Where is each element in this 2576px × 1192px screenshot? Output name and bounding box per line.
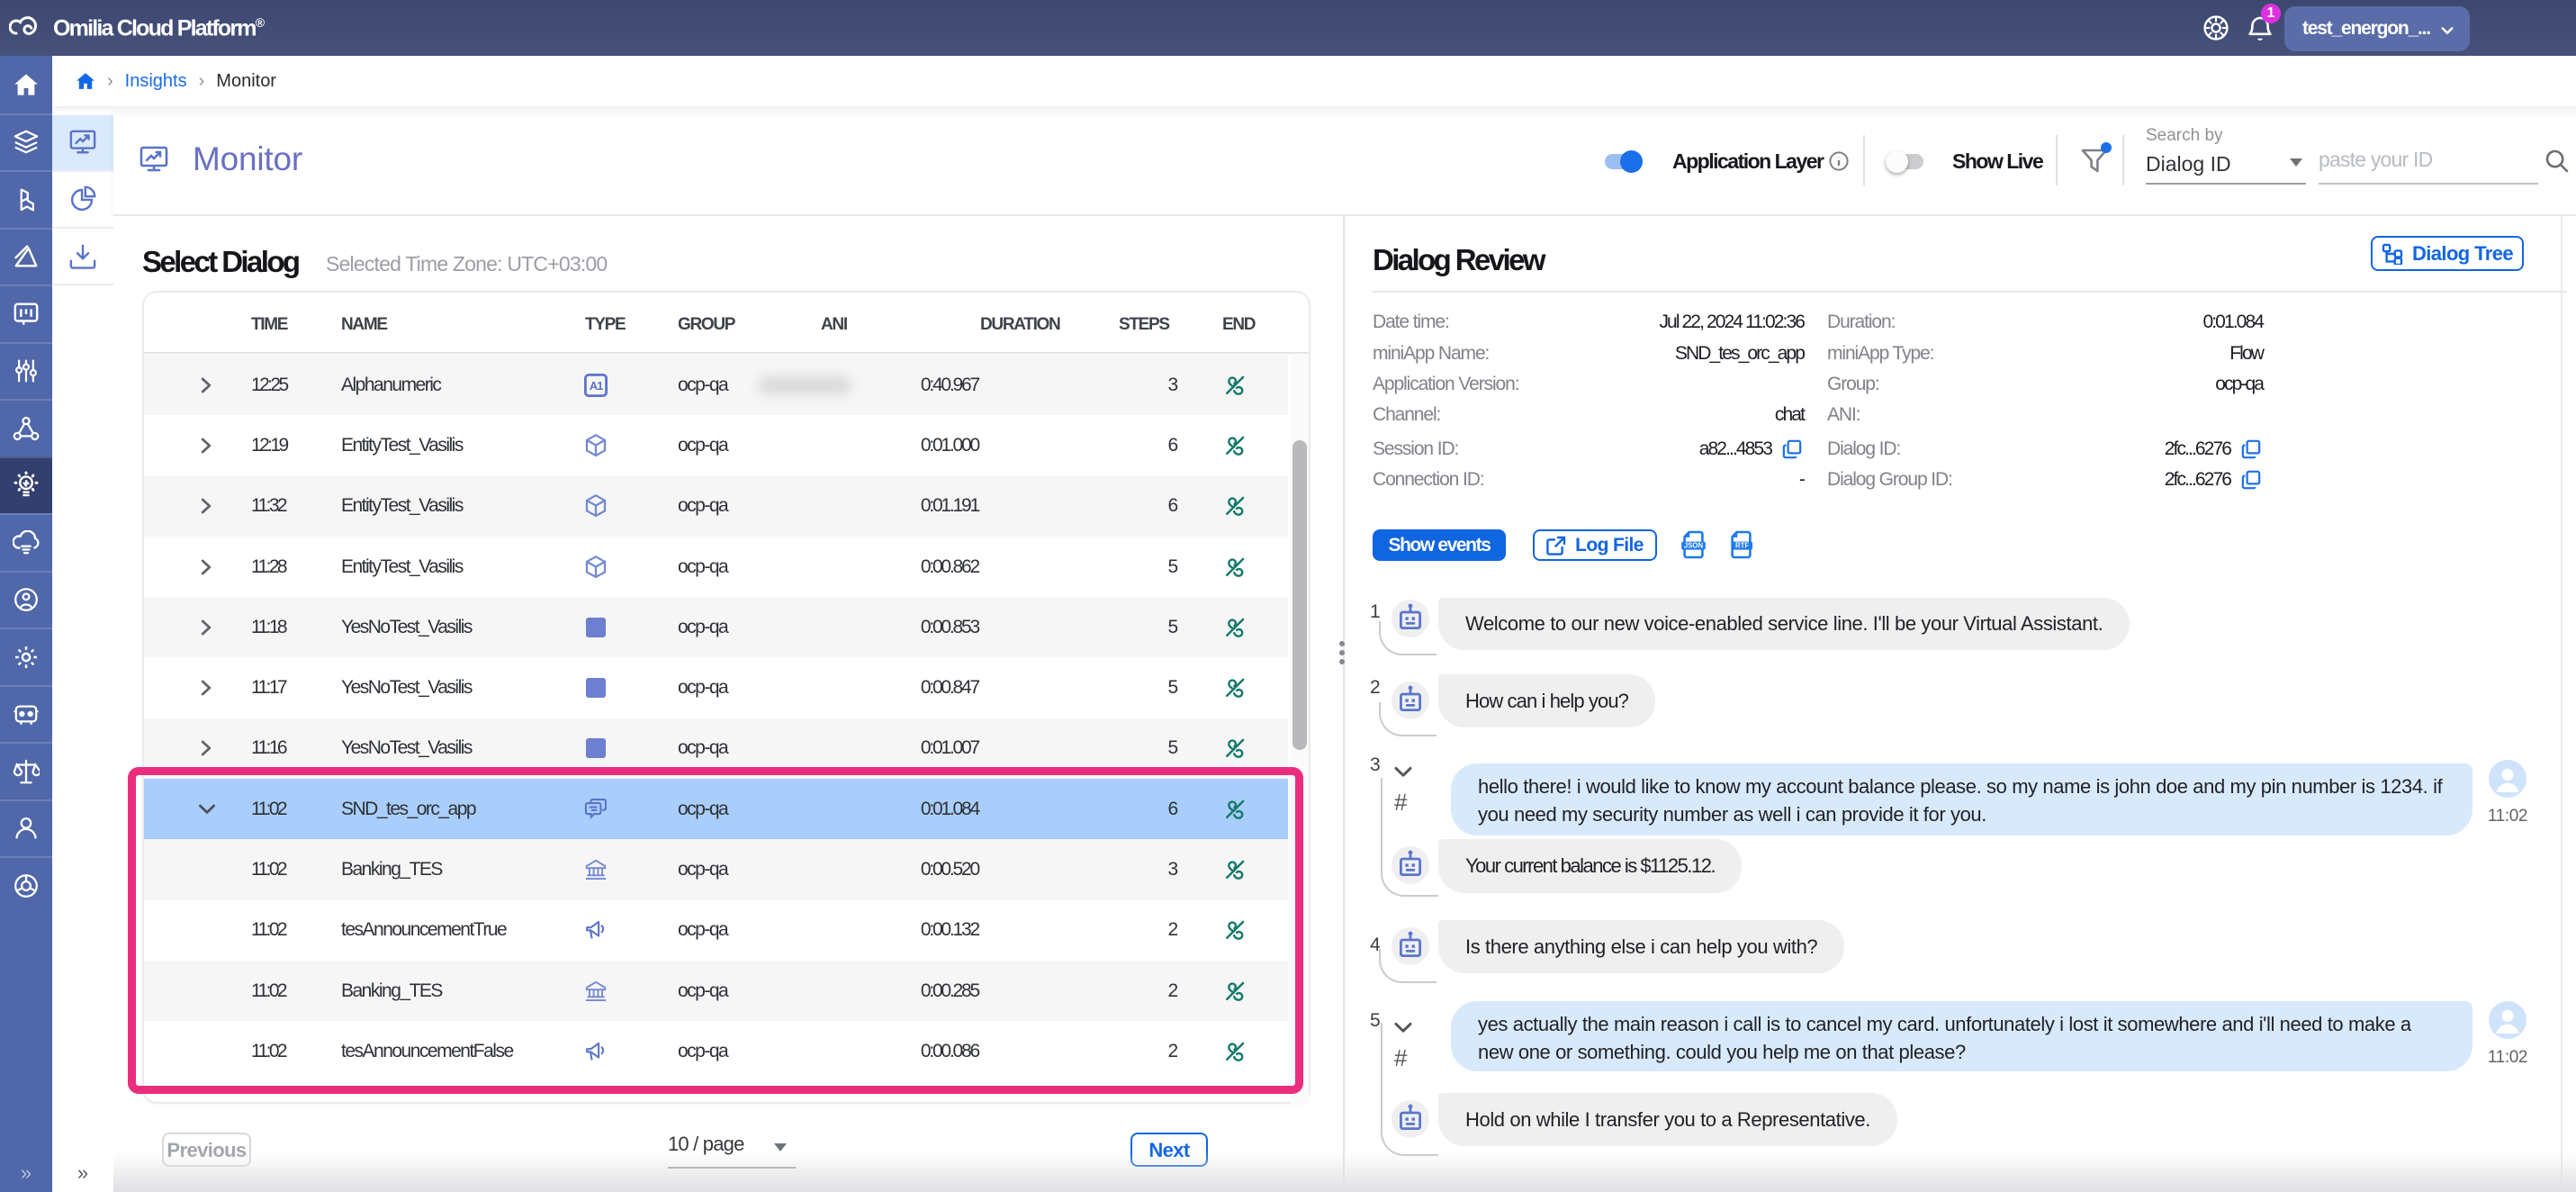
svg-text:JSON: JSON <box>1684 542 1704 550</box>
svg-text:RTF: RTF <box>1735 542 1749 550</box>
svg-text:A1: A1 <box>590 379 603 393</box>
